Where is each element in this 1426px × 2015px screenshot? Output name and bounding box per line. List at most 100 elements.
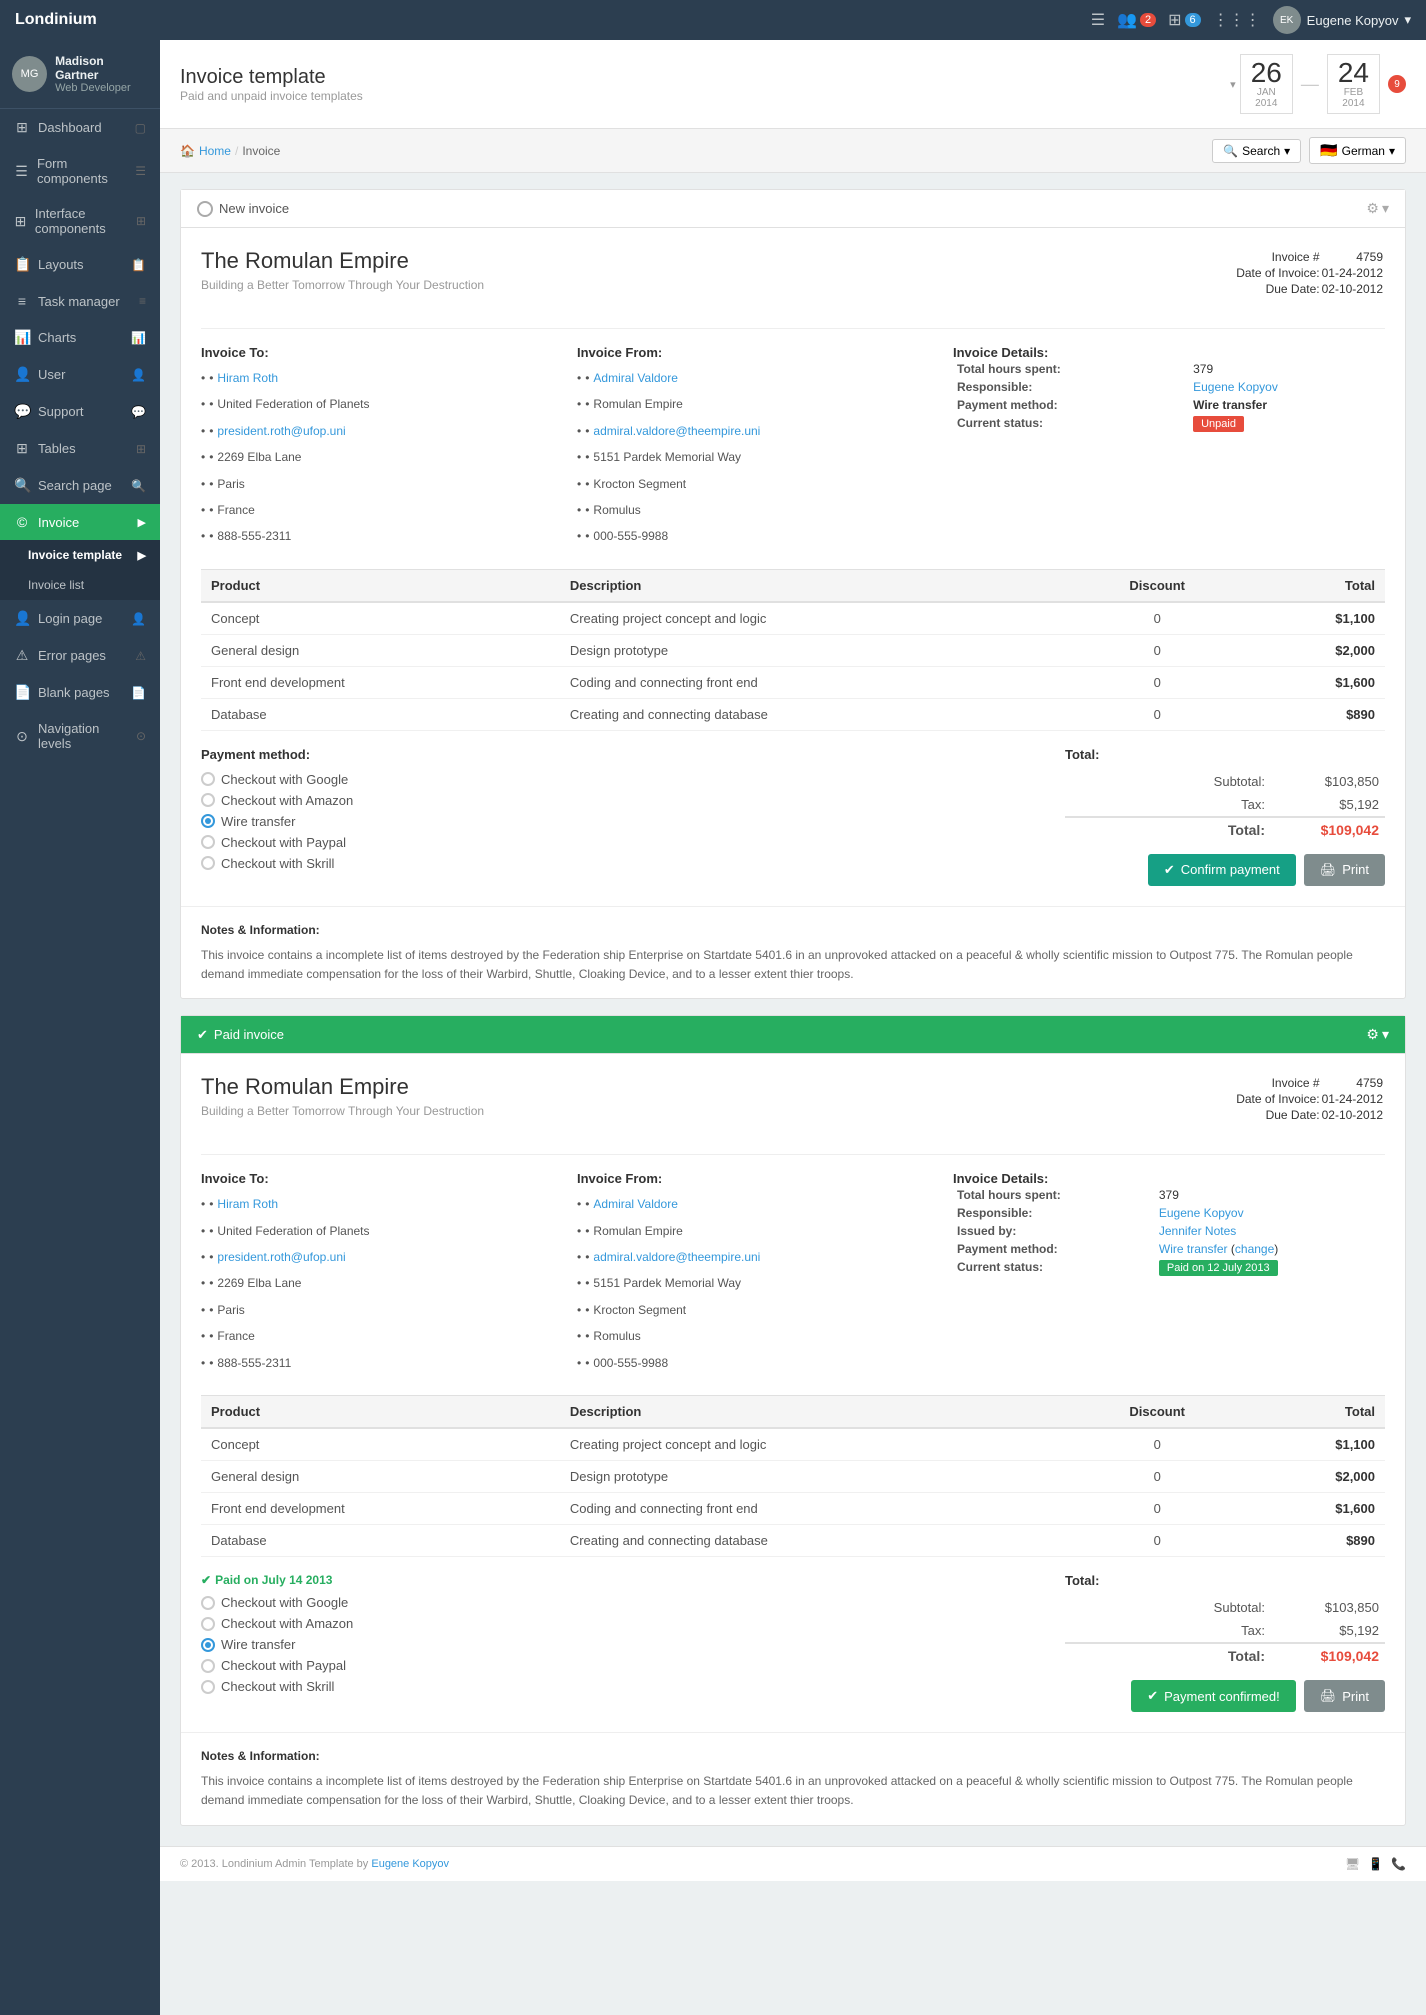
radio-wire-transfer[interactable]: Wire transfer <box>201 814 1065 829</box>
sidebar-item-charts[interactable]: 📊 Charts 📊 <box>0 319 160 356</box>
print-button-1[interactable]: 🖨 Print <box>1304 854 1385 886</box>
invoice-card-2: ✔ Paid invoice ⚙ ▾ Invoice # 4759 <box>180 1015 1406 1825</box>
bullet-icon: • <box>585 368 589 388</box>
payment-change-link[interactable]: change <box>1235 1242 1274 1256</box>
invoice-1-settings-button[interactable]: ⚙ ▾ <box>1366 200 1389 217</box>
bullet-icon: • <box>209 447 213 467</box>
email-2-link[interactable]: admiral.valdore@theempire.uni <box>593 421 760 441</box>
users-icon-btn[interactable]: 👥 2 <box>1117 10 1156 30</box>
radio-2-checkout-paypal[interactable]: Checkout with Paypal <box>201 1658 1065 1673</box>
email-3-link[interactable]: president.roth@ufop.uni <box>217 1247 345 1267</box>
payment-confirmed-button[interactable]: ✔ Payment confirmed! <box>1131 1680 1296 1712</box>
footer-author-link[interactable]: Eugene Kopyov <box>371 1858 449 1870</box>
form-icon-right: ☰ <box>135 164 146 178</box>
form-components-icon: ☰ <box>14 163 29 180</box>
breadcrumb-bar: 🏠 Home / Invoice 🔍 Search ▾ 🇩🇪 German ▾ <box>160 129 1426 173</box>
responsible-label: Responsible: <box>953 378 1189 396</box>
sidebar-item-task-manager[interactable]: ≡ Task manager ≡ <box>0 283 160 319</box>
blank-icon: 📄 <box>14 684 30 701</box>
user-menu[interactable]: EK Eugene Kopyov ▾ <box>1273 6 1411 34</box>
radio-2-google-icon <box>201 1596 215 1610</box>
list-item: • Paris <box>201 474 561 494</box>
date-end-day: 24 <box>1338 59 1369 87</box>
sidebar-label-support: Support <box>38 404 84 419</box>
tax-val: $5,192 <box>1285 793 1385 817</box>
bullet-icon: • <box>209 1221 213 1241</box>
col-product: Product <box>201 569 560 602</box>
print-button-2[interactable]: 🖨 Print <box>1304 1680 1385 1712</box>
radio-checkout-paypal[interactable]: Checkout with Paypal <box>201 835 1065 850</box>
grand-total-val: $109,042 <box>1285 817 1385 842</box>
bullet-icon: • <box>585 421 589 441</box>
sidebar-item-support[interactable]: 💬 Support 💬 <box>0 393 160 430</box>
hours-label: Total hours spent: <box>953 360 1189 378</box>
list-item: • president.roth@ufop.uni <box>201 1247 561 1267</box>
breadcrumb-home[interactable]: Home <box>199 144 231 158</box>
language-button[interactable]: 🇩🇪 German ▾ <box>1309 137 1406 164</box>
email-1-link[interactable]: president.roth@ufop.uni <box>217 421 345 441</box>
invoice-2-settings-button[interactable]: ⚙ ▾ <box>1366 1026 1389 1043</box>
checkout-amazon-label: Checkout with Amazon <box>221 793 353 808</box>
hiram-roth-link[interactable]: Hiram Roth <box>217 368 278 388</box>
radio-checkout-skrill[interactable]: Checkout with Skrill <box>201 856 1065 871</box>
radio-checkout-amazon[interactable]: Checkout with Amazon <box>201 793 1065 808</box>
table-row: Front end development Coding and connect… <box>201 666 1385 698</box>
admiral-valdore-link-2[interactable]: Admiral Valdore <box>593 1194 677 1214</box>
grid-icon-btn[interactable]: ⊞ 6 <box>1168 10 1201 30</box>
bullet-icon: • <box>585 1353 589 1373</box>
sidebar-item-layouts[interactable]: 📋 Layouts 📋 <box>0 246 160 283</box>
invoice-1-due: 02-10-2012 <box>1322 282 1383 296</box>
tables-icon: ⊞ <box>14 440 30 457</box>
radio-2-wire-transfer[interactable]: Wire transfer <box>201 1637 1065 1652</box>
confirm-payment-button[interactable]: ✔ Confirm payment <box>1148 854 1296 886</box>
status-badge: Unpaid <box>1189 414 1385 432</box>
sidebar-item-error[interactable]: ⚠ Error pages ⚠ <box>0 637 160 674</box>
admiral-valdore-link[interactable]: Admiral Valdore <box>593 368 677 388</box>
list-item: • France <box>201 500 561 520</box>
sidebar-item-tables[interactable]: ⊞ Tables ⊞ <box>0 430 160 467</box>
layouts-icon-right: 📋 <box>131 258 146 272</box>
radio-2-checkout-amazon[interactable]: Checkout with Amazon <box>201 1616 1065 1631</box>
invoice-2-company-tagline: Building a Better Tomorrow Through Your … <box>201 1104 1385 1118</box>
sidebar-item-interface-components[interactable]: ⊞ Interface components ⊞ <box>0 196 160 246</box>
radio-2-wire-icon <box>201 1638 215 1652</box>
wire-transfer-label: Wire transfer <box>221 814 295 829</box>
grand-total-2-val: $109,042 <box>1285 1643 1385 1668</box>
radio-2-checkout-google[interactable]: Checkout with Google <box>201 1595 1065 1610</box>
radio-2-checkout-skrill[interactable]: Checkout with Skrill <box>201 1679 1065 1694</box>
language-flag-icon: 🇩🇪 <box>1320 142 1337 159</box>
sidebar-user-name: Madison Gartner <box>55 54 148 82</box>
sidebar-item-search-page[interactable]: 🔍 Search page 🔍 <box>0 467 160 504</box>
sidebar-sub-item-list[interactable]: Invoice list <box>0 570 160 600</box>
sidebar-item-invoice[interactable]: © Invoice ▶ <box>0 504 160 540</box>
apps-icon-btn[interactable]: ⋮⋮⋮ <box>1213 10 1261 30</box>
page-header: Invoice template Paid and unpaid invoice… <box>160 40 1426 129</box>
list-item: • Romulan Empire <box>577 1221 937 1241</box>
task-icon: ≡ <box>14 293 30 309</box>
sidebar-sub-item-template[interactable]: Invoice template ▶ <box>0 540 160 570</box>
user-name: Eugene Kopyov <box>1307 13 1399 28</box>
checkout-amazon-2-label: Checkout with Amazon <box>221 1616 353 1631</box>
search-icon: 🔍 <box>1223 144 1238 158</box>
subtotal-2-val: $103,850 <box>1285 1596 1385 1619</box>
sidebar-item-dashboard[interactable]: ⊞ Dashboard ▢ <box>0 109 160 146</box>
hiram-roth-link-2[interactable]: Hiram Roth <box>217 1194 278 1214</box>
sidebar-item-login[interactable]: 👤 Login page 👤 <box>0 600 160 637</box>
search-button[interactable]: 🔍 Search ▾ <box>1212 139 1301 163</box>
invoice-1-company-tagline: Building a Better Tomorrow Through Your … <box>201 278 1385 292</box>
radio-checkout-google[interactable]: Checkout with Google <box>201 772 1065 787</box>
checkout-google-label: Checkout with Google <box>221 772 348 787</box>
email-4-link[interactable]: admiral.valdore@theempire.uni <box>593 1247 760 1267</box>
sidebar-label-interface: Interface components <box>35 206 136 236</box>
radio-wire-icon <box>201 814 215 828</box>
list-item: • 5151 Pardek Memorial Way <box>577 447 937 467</box>
search-button-label: Search <box>1242 144 1280 158</box>
sidebar-item-form-components[interactable]: ☰ Form components ☰ <box>0 146 160 196</box>
menu-icon-btn[interactable]: ☰ <box>1091 10 1105 30</box>
invoice-to-col: Invoice To: • Hiram Roth • United Federa… <box>201 345 577 553</box>
main-content: Invoice template Paid and unpaid invoice… <box>160 40 1426 2015</box>
sidebar-item-navigation[interactable]: ⊙ Navigation levels ⊙ <box>0 711 160 761</box>
sidebar-item-blank[interactable]: 📄 Blank pages 📄 <box>0 674 160 711</box>
sidebar-item-user[interactable]: 👤 User 👤 <box>0 356 160 393</box>
tax-label: Tax: <box>1065 793 1285 817</box>
